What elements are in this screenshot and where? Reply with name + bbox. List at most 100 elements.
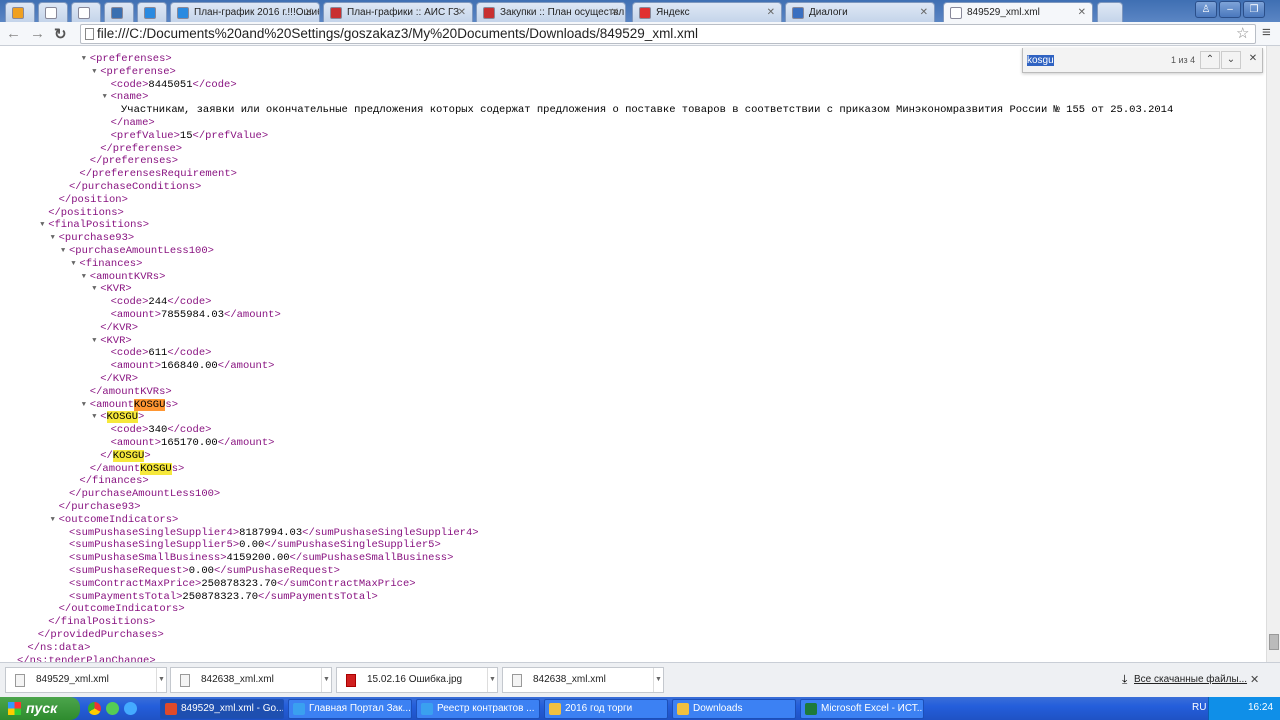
collapse-triangle-icon[interactable]: ▼ [61,245,65,258]
xml-tag: </preferensesRequirement> [79,168,237,181]
app-quicklaunch-icon[interactable] [106,702,119,715]
xml-tag: </sumPushaseRequest> [213,565,340,577]
xml-text: 166840.00 [161,360,218,373]
taskbar-button[interactable]: Downloads [672,699,796,719]
collapse-triangle-icon[interactable]: ▼ [103,91,107,104]
forward-button[interactable]: → [30,25,45,42]
taskbar-button[interactable]: Microsoft Excel - ИСТ... [800,699,924,719]
tab-3[interactable] [104,2,134,22]
tab-close-icon[interactable]: ✕ [1078,7,1086,18]
download-menu-chevron-icon[interactable]: ▼ [653,668,663,692]
collapse-triangle-icon[interactable]: ▼ [82,399,86,412]
xml-tag: </purchaseConditions> [69,181,202,193]
collapse-triangle-icon[interactable]: ▼ [92,335,96,348]
collapse-triangle-icon[interactable]: ▼ [40,219,44,232]
dialog-icon [792,6,804,19]
xml-line: </amountKVRs> [90,386,172,399]
tab-0[interactable] [5,2,35,22]
reload-button[interactable]: ↻ [54,25,67,43]
start-button[interactable]: пуск [0,697,80,720]
tab-label: План-графики :: АИС ГЗ [347,7,460,18]
collapse-triangle-icon[interactable]: ▼ [51,232,55,245]
search-match: KOSGU [106,411,139,424]
taskbar-app-icon [805,703,817,715]
minimize-button[interactable]: – [1219,1,1241,18]
close-shelf-button[interactable]: ✕ [1250,673,1259,686]
find-next-button[interactable]: ⌄ [1221,51,1241,69]
xml-line: ▼ <purchaseAmountLess100> [61,245,214,258]
download-item[interactable]: 15.02.16 Ошибка.jpg ▼ [336,667,498,693]
tab-4[interactable] [137,2,167,22]
xml-tag: <preferense> [100,65,176,78]
collapse-triangle-icon[interactable]: ▼ [92,66,96,79]
taskbar-button[interactable]: Главная Портал Зак... [288,699,412,719]
download-menu-chevron-icon[interactable]: ▼ [321,668,331,692]
xml-line: </finances> [79,475,148,488]
ie-quicklaunch-icon[interactable] [124,702,137,715]
xml-tag: </ [100,449,113,462]
restore-button[interactable]: ❐ [1243,1,1265,18]
tab-5[interactable]: План-график 2016 г.!!!Ошибка ✕ [170,2,320,22]
download-menu-chevron-icon[interactable]: ▼ [156,668,166,692]
xml-line: <code>8445051</code> [111,79,237,92]
profile-button[interactable]: ♙ [1195,1,1217,18]
back-button[interactable]: ← [6,25,21,42]
taskbar-button[interactable]: 849529_xml.xml - Go... [160,699,284,719]
xml-tag: </amountKVRs> [89,385,172,398]
collapse-triangle-icon[interactable]: ▼ [71,258,75,271]
tab-7[interactable]: Закупки :: План осуществл ✕ [476,2,626,22]
taskbar-label: 2016 год торги [565,703,633,714]
xml-tag: </purchase93> [58,501,141,513]
xml-tag: <KVR> [100,334,132,347]
tab-6[interactable]: План-графики :: АИС ГЗ ✕ [323,2,473,22]
download-item[interactable]: 849529_xml.xml ▼ [5,667,167,693]
tab-8[interactable]: Яндекс ✕ [632,2,782,22]
tab-close-icon[interactable]: ✕ [767,7,775,18]
tab-10[interactable]: 849529_xml.xml ✕ [943,2,1093,22]
download-filename: 842638_xml.xml [533,674,606,685]
tab-close-icon[interactable]: ✕ [611,7,619,18]
language-indicator[interactable]: RU [1192,702,1206,713]
find-prev-button[interactable]: ⌃ [1200,51,1220,69]
collapse-triangle-icon[interactable]: ▼ [51,514,55,527]
search-match: KOSGU [112,449,145,462]
menu-icon[interactable]: ≡ [1262,24,1271,41]
xml-viewer: ▼ <preferenses> ▼ <preferense> <code>8445051… [0,46,1266,662]
xml-line: ▼ <purchase93> [51,232,135,245]
find-close-button[interactable]: ✕ [1243,51,1263,69]
download-menu-chevron-icon[interactable]: ▼ [487,668,497,692]
taskbar-button[interactable]: Реестр контрактов ... [416,699,540,719]
xml-line: ▼ <finances> [71,258,142,271]
bookmark-star-icon[interactable]: ☆ [1236,24,1249,42]
tab-9[interactable]: Диалоги ✕ [785,2,935,22]
xml-tag: </sumPushaseSingleSupplier5> [264,539,441,552]
new-tab-button[interactable] [1097,2,1123,22]
tab-close-icon[interactable]: ✕ [920,7,928,18]
xml-line: </purchase93> [59,501,141,514]
xml-text: 0.00 [239,539,265,552]
xml-line: <code>244</code> [111,296,212,309]
collapse-triangle-icon[interactable]: ▼ [92,283,96,296]
taskbar-button[interactable]: 2016 год торги [544,699,668,719]
xml-tag: <prefValue> [110,129,180,142]
xml-tag: </amount> [217,360,275,373]
download-item[interactable]: 842638_xml.xml ▼ [170,667,332,693]
collapse-triangle-icon[interactable]: ▼ [82,53,86,66]
tab-close-icon[interactable]: ✕ [458,7,466,18]
tab-2[interactable] [71,2,101,22]
collapse-triangle-icon[interactable]: ▼ [92,411,96,424]
find-input[interactable]: kosgu [1027,53,1167,68]
vertical-scrollbar[interactable] [1266,46,1280,662]
all-downloads-link[interactable]: Все скачанные файлы... [1134,674,1247,685]
tab-close-icon[interactable]: ✕ [305,7,313,18]
scrollbar-thumb[interactable] [1269,634,1279,650]
xml-line: <sumPushaseSmallBusiness>4159200.00</sum… [69,552,453,565]
chrome-quicklaunch-icon[interactable] [88,702,101,715]
xml-tag: s> [165,398,179,411]
xml-line: ▼ <amountKVRs> [82,271,166,284]
download-item[interactable]: 842638_xml.xml ▼ [502,667,664,693]
tab-1[interactable] [38,2,68,22]
xml-tag: <purchaseAmountLess100> [69,245,214,257]
collapse-triangle-icon[interactable]: ▼ [82,271,86,284]
address-bar[interactable]: file:///C:/Documents%20and%20Settings/go… [80,24,1256,44]
